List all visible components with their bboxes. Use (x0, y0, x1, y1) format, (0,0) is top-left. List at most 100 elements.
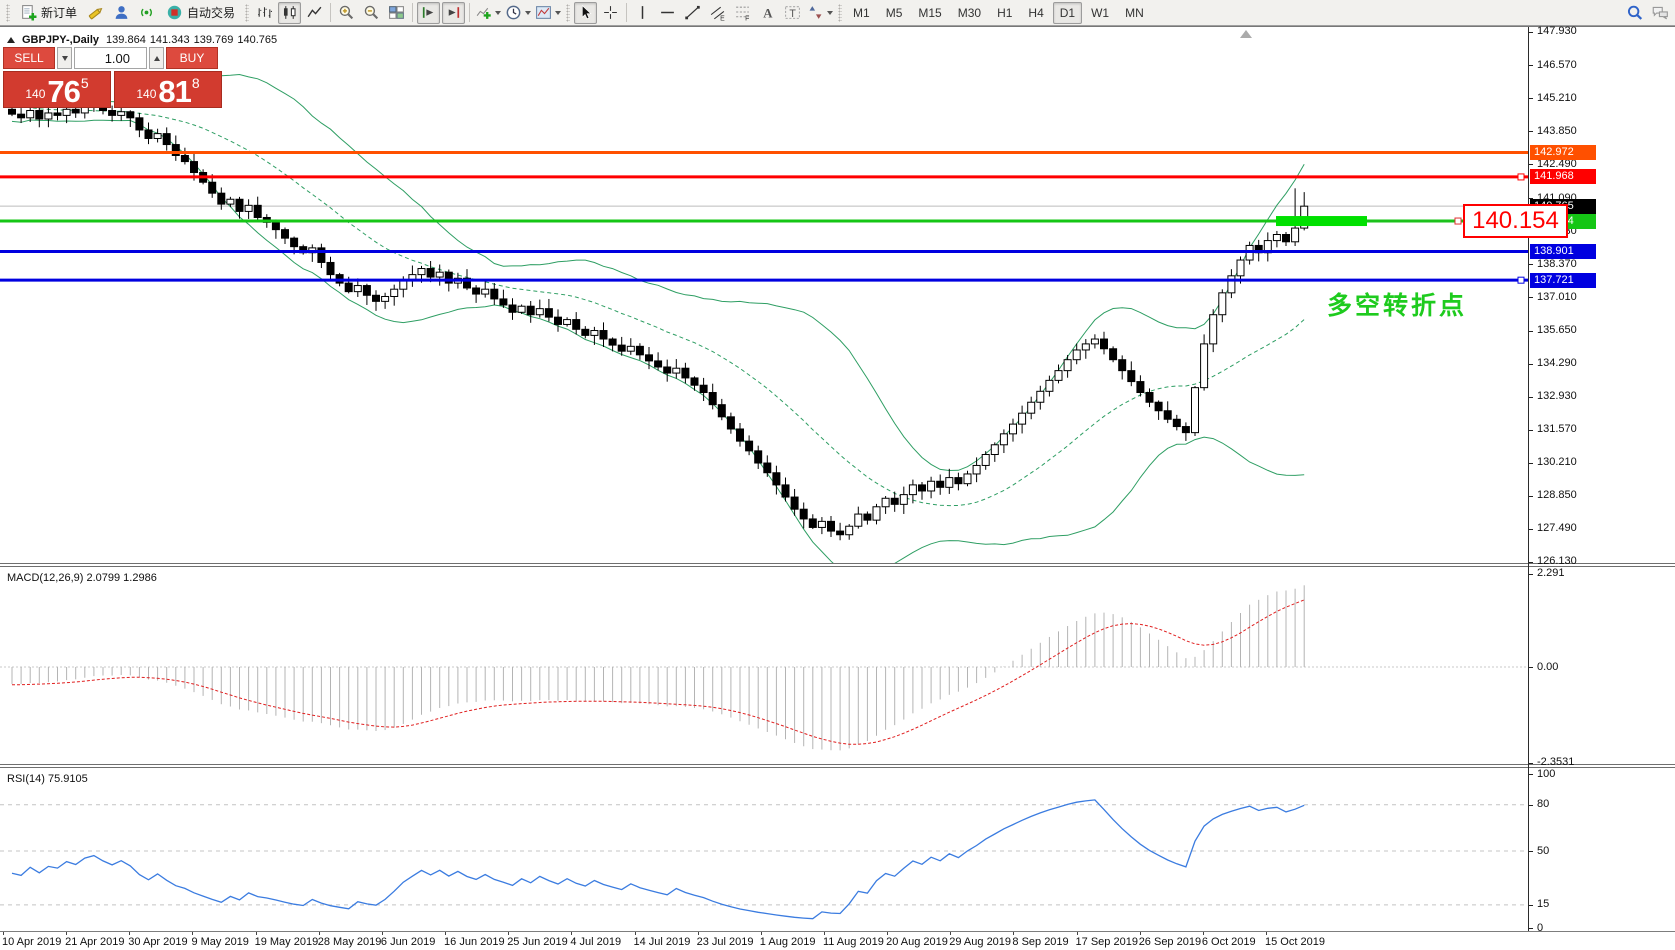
svg-text:T: T (789, 8, 796, 20)
date-tick (1013, 932, 1014, 935)
crosshair-icon (602, 4, 619, 21)
volume-decrease-button[interactable] (57, 47, 72, 69)
volume-input[interactable]: 1.00 (74, 47, 147, 69)
tile-windows-button[interactable] (385, 2, 408, 24)
horizontal-line-button[interactable] (656, 2, 679, 24)
new-order-button[interactable]: 新订单 (14, 2, 83, 24)
buy-price-pip: 8 (192, 75, 200, 91)
date-label: 23 Jul 2019 (697, 936, 754, 948)
timeframe-m1[interactable]: M1 (846, 2, 877, 24)
timeframe-h1[interactable]: H1 (990, 2, 1019, 24)
date-label: 14 Jul 2019 (634, 936, 691, 948)
date-axis[interactable]: 10 Apr 201921 Apr 201930 Apr 20199 May 2… (0, 931, 1675, 950)
equidistant-channel-button[interactable]: E (706, 2, 729, 24)
timeframe-mn[interactable]: MN (1118, 2, 1151, 24)
chart-shift-marker-icon[interactable] (1240, 30, 1252, 38)
templates-button[interactable] (534, 2, 562, 24)
indicators-button[interactable] (474, 2, 502, 24)
price-tick (1529, 397, 1533, 398)
zoom-in-button[interactable] (335, 2, 358, 24)
profile-button[interactable] (110, 2, 133, 24)
periods-button[interactable] (504, 2, 532, 24)
macd-tick-label: 0.00 (1537, 661, 1558, 674)
rsi-tick-label: 100 (1537, 768, 1555, 781)
price-callout-140154[interactable]: 140.154 (1463, 204, 1568, 238)
timeframe-d1[interactable]: D1 (1053, 2, 1082, 24)
crayon-button[interactable] (85, 2, 108, 24)
dropdown-caret (827, 11, 833, 15)
text-label-button[interactable]: T (781, 2, 804, 24)
rsi-tick (1529, 805, 1533, 806)
line-chart-button[interactable] (303, 2, 326, 24)
broadcast-button[interactable] (135, 2, 158, 24)
ohlc-low: 139.769 (194, 34, 234, 46)
price-tick (1529, 164, 1533, 165)
cursor-button[interactable] (574, 2, 597, 24)
rsi-canvas[interactable] (0, 768, 1528, 931)
symbol-triangle-icon[interactable] (7, 37, 15, 43)
chart-header: GBPJPY-,Daily 139.864 141.343 139.769 14… (7, 34, 277, 46)
date-label: 16 Jun 2019 (444, 936, 505, 948)
sell-price-display[interactable]: 140765 (3, 71, 111, 108)
date-label: 26 Sep 2019 (1139, 936, 1201, 948)
sell-button[interactable]: SELL (3, 47, 55, 69)
arrows-button[interactable] (806, 2, 834, 24)
ohlc-open: 139.864 (106, 34, 146, 46)
timeframe-w1[interactable]: W1 (1084, 2, 1116, 24)
toolbar-grip[interactable] (838, 4, 842, 22)
timeframe-h4[interactable]: H4 (1021, 2, 1050, 24)
cursor-icon (577, 4, 594, 21)
macd-canvas[interactable] (0, 567, 1528, 764)
crayon-icon (88, 4, 105, 21)
macd-tick (1529, 763, 1533, 764)
price-chart-canvas[interactable] (0, 27, 1528, 563)
timeframe-m5[interactable]: M5 (879, 2, 910, 24)
search-button[interactable] (1623, 2, 1646, 24)
vertical-line-button[interactable] (631, 2, 654, 24)
date-label: 11 Aug 2019 (823, 936, 884, 948)
price-level-tag[interactable]: 137.721 (1530, 273, 1596, 288)
date-tick (508, 932, 509, 935)
toolbar-grip[interactable] (566, 4, 570, 22)
bar-chart-button[interactable] (253, 2, 276, 24)
fibonacci-button[interactable]: F (731, 2, 754, 24)
svg-text:A: A (763, 6, 773, 20)
buy-price-display[interactable]: 140818 (114, 71, 222, 108)
volume-increase-button[interactable] (149, 47, 164, 69)
chart-shift-button[interactable] (442, 2, 465, 24)
chat-button[interactable] (1648, 2, 1671, 24)
text-button[interactable]: A (756, 2, 779, 24)
timeframe-m15[interactable]: M15 (911, 2, 948, 24)
buy-price-big: 81 (158, 77, 190, 106)
zoom-out-button[interactable] (360, 2, 383, 24)
rsi-tick-label: 15 (1537, 898, 1549, 911)
auto-scroll-button[interactable] (417, 2, 440, 24)
macd-tick (1529, 574, 1533, 575)
price-tick-label: 132.930 (1537, 390, 1577, 403)
toolbar-grip[interactable] (245, 4, 249, 22)
price-level-tag[interactable]: 142.972 (1530, 145, 1596, 160)
candlestick-chart-button[interactable] (278, 2, 301, 24)
tile-windows-icon (388, 4, 405, 21)
trendline-button[interactable] (681, 2, 704, 24)
date-tick (571, 932, 572, 935)
crosshair-button[interactable] (599, 2, 622, 24)
price-level-tag[interactable]: 138.901 (1530, 244, 1596, 259)
price-tick (1529, 65, 1533, 66)
date-tick (950, 932, 951, 935)
candlestick-chart-icon (281, 4, 298, 21)
date-label: 19 May 2019 (255, 936, 319, 948)
new-order-icon (20, 4, 37, 21)
line-chart-icon (306, 4, 323, 21)
chart-title: GBPJPY-,Daily (22, 34, 99, 46)
date-tick (382, 932, 383, 935)
auto-trading-button[interactable]: 自动交易 (160, 2, 241, 24)
price-level-tag[interactable]: 141.968 (1530, 169, 1596, 184)
horizontal-line-icon (659, 4, 676, 21)
turning-point-annotation[interactable]: 多空转折点 (1327, 286, 1467, 322)
buy-button[interactable]: BUY (166, 47, 218, 69)
toolbar-grip[interactable] (6, 4, 10, 22)
price-tick (1529, 562, 1533, 563)
dropdown-caret (495, 11, 501, 15)
timeframe-m30[interactable]: M30 (951, 2, 988, 24)
